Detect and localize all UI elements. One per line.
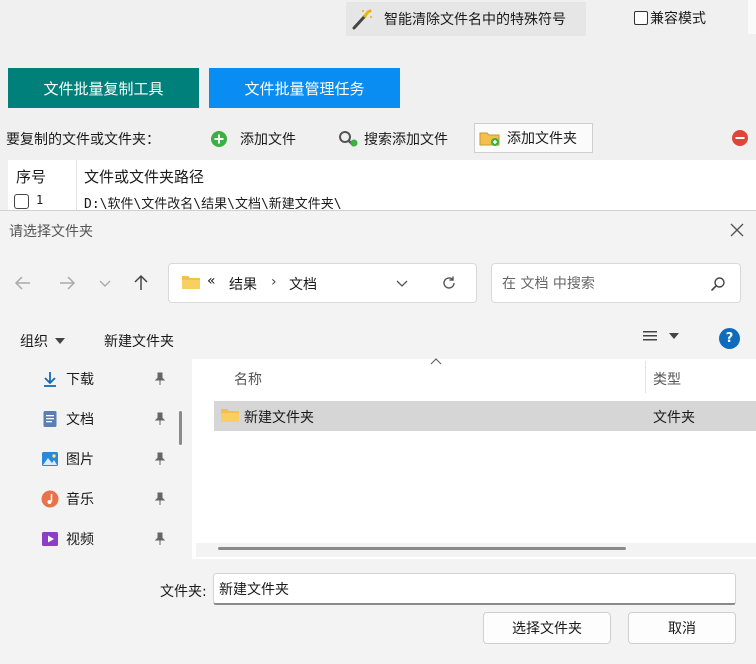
add-file-label: 添加文件 <box>240 132 296 148</box>
list-item-name[interactable]: 新建文件夹 <box>244 407 314 427</box>
folder-field-label: 文件夹: <box>160 584 207 600</box>
navigation-scrollbar[interactable] <box>179 411 182 445</box>
recent-locations-button[interactable] <box>93 271 117 295</box>
tab-batch-manage[interactable]: 文件批量管理任务 <box>209 68 400 108</box>
search-input[interactable] <box>502 273 702 295</box>
pin-icon[interactable] <box>153 372 167 386</box>
list-view-icon <box>643 331 657 341</box>
breadcrumb-documents[interactable]: 文档 <box>289 274 317 294</box>
organize-label: 组织 <box>20 334 48 350</box>
forward-button[interactable] <box>55 271 79 295</box>
list-item-type: 文件夹 <box>653 410 695 426</box>
add-folder-icon <box>479 132 500 146</box>
address-bar[interactable]: « 结果 › 文档 <box>168 263 477 303</box>
nav-item-label: 图片 <box>66 452 94 468</box>
search-box <box>491 263 741 303</box>
add-folder-button[interactable]: 添加文件夹 <box>474 123 593 153</box>
up-button[interactable] <box>129 271 153 295</box>
add-circle-icon <box>211 131 227 147</box>
column-header-type[interactable]: 类型 <box>653 369 681 389</box>
add-file-button[interactable]: 添加文件 <box>210 129 296 149</box>
folder-icon <box>182 276 200 289</box>
pin-icon[interactable] <box>153 532 167 546</box>
column-header-path[interactable]: 文件或文件夹路径 <box>84 166 204 187</box>
nav-item-music[interactable]: 音乐 <box>40 487 94 511</box>
new-folder-button[interactable]: 新建文件夹 <box>104 331 174 351</box>
sort-up-icon <box>430 358 442 365</box>
pin-icon[interactable] <box>153 452 167 466</box>
back-button[interactable] <box>11 271 35 295</box>
nav-item-pictures[interactable]: 图片 <box>40 447 94 471</box>
search-add-icon <box>339 131 358 147</box>
document-icon <box>43 411 57 427</box>
arrow-up-icon <box>134 274 148 290</box>
view-options-button[interactable] <box>642 329 680 343</box>
cancel-label: 取消 <box>668 621 696 637</box>
chevron-down-icon[interactable] <box>395 276 409 290</box>
column-header-name[interactable]: 名称 <box>234 369 262 389</box>
compat-mode-checkbox[interactable]: 兼容模式 <box>634 8 706 28</box>
arrow-left-icon <box>14 276 30 290</box>
search-add-file-button[interactable]: 搜索添加文件 <box>338 129 448 149</box>
select-folder-button[interactable]: 选择文件夹 <box>483 612 611 644</box>
chevron-down-icon <box>99 280 111 287</box>
close-icon <box>730 223 744 237</box>
organize-menu[interactable]: 组织 <box>20 331 66 351</box>
picture-icon <box>42 452 58 466</box>
clean-button-label: 智能清除文件名中的特殊符号 <box>384 12 566 28</box>
close-button[interactable] <box>728 221 746 239</box>
navigation-pane: 下载 文档 图片 音乐 视频 <box>0 359 172 559</box>
column-divider[interactable] <box>645 361 646 393</box>
nav-item-documents[interactable]: 文档 <box>40 407 94 431</box>
horizontal-scrollbar-track <box>196 543 756 557</box>
caret-down-icon <box>55 338 65 344</box>
tab-batch-copy[interactable]: 文件批量复制工具 <box>8 68 199 108</box>
refresh-icon[interactable] <box>441 275 457 291</box>
help-icon: ? <box>725 331 734 346</box>
nav-item-downloads[interactable]: 下载 <box>40 367 94 391</box>
address-overflow[interactable]: « <box>207 273 216 289</box>
caret-down-icon <box>669 333 679 339</box>
select-folder-label: 选择文件夹 <box>512 621 582 637</box>
help-button[interactable]: ? <box>719 328 740 349</box>
tab-batch-manage-label: 文件批量管理任务 <box>244 79 365 98</box>
arrow-right-icon <box>60 276 76 290</box>
nav-item-videos[interactable]: 视频 <box>40 527 94 551</box>
window-edge <box>748 0 756 34</box>
cancel-button[interactable]: 取消 <box>628 612 736 644</box>
breadcrumb-results[interactable]: 结果 <box>229 274 257 294</box>
pin-icon[interactable] <box>153 492 167 506</box>
breadcrumb-separator[interactable]: › <box>271 274 277 290</box>
music-icon <box>41 490 59 508</box>
dialog-title: 请选择文件夹 <box>9 224 93 240</box>
pin-icon[interactable] <box>153 412 167 426</box>
add-folder-label: 添加文件夹 <box>507 131 577 147</box>
clean-special-chars-button[interactable]: 智能清除文件名中的特殊符号 <box>346 2 586 36</box>
remove-button[interactable] <box>731 129 755 147</box>
folder-icon <box>221 409 239 422</box>
column-header-seq[interactable]: 序号 <box>16 166 46 187</box>
nav-item-label: 文档 <box>66 412 94 428</box>
search-add-label: 搜索添加文件 <box>364 132 448 148</box>
nav-item-label: 视频 <box>66 532 94 548</box>
file-list <box>192 359 756 559</box>
folder-name-input[interactable] <box>213 573 736 605</box>
download-icon <box>44 372 56 387</box>
video-icon <box>42 532 58 546</box>
search-icon[interactable] <box>710 276 726 292</box>
tab-batch-copy-label: 文件批量复制工具 <box>43 79 164 98</box>
files-label: 要复制的文件或文件夹： <box>6 132 160 148</box>
remove-circle-icon <box>732 130 748 146</box>
compat-mode-check[interactable] <box>634 11 648 25</box>
compat-mode-label: 兼容模式 <box>650 11 706 27</box>
horizontal-scrollbar[interactable] <box>218 547 626 550</box>
row-number: 1 <box>36 193 44 207</box>
nav-item-label: 下载 <box>66 372 94 388</box>
nav-item-label: 音乐 <box>66 492 94 508</box>
select-folder-dialog: 请选择文件夹 « 结果 › 文档 在 文档 中搜索 组织 新建文件夹 ? 下载 … <box>0 210 756 664</box>
row-checkbox[interactable] <box>14 194 29 209</box>
magic-wand-icon <box>352 9 372 30</box>
